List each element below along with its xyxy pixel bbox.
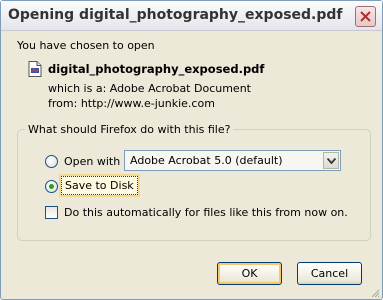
close-icon — [360, 11, 371, 22]
title-bar[interactable]: Opening digital_photography_exposed.pdf — [1, 1, 382, 31]
intro-text: You have chosen to open — [17, 39, 155, 52]
auto-action-label[interactable]: Do this automatically for files like thi… — [64, 206, 348, 219]
action-group-legend: What should Firefox do with this file? — [25, 123, 234, 136]
resize-grip-icon[interactable] — [370, 288, 380, 298]
file-type-value: Adobe Acrobat Document — [109, 82, 251, 95]
open-with-radio[interactable] — [45, 155, 58, 168]
pdf-file-icon — [28, 61, 42, 77]
dialog-title: Opening digital_photography_exposed.pdf — [8, 7, 343, 23]
file-source-value: http://www.e-junkie.com — [80, 97, 215, 110]
open-with-app-value: Adobe Acrobat 5.0 (default) — [130, 154, 283, 167]
open-with-app-select[interactable]: Adobe Acrobat 5.0 (default) — [124, 150, 341, 171]
ok-button[interactable]: OK — [217, 262, 282, 285]
close-button[interactable] — [355, 6, 376, 27]
download-dialog: Opening digital_photography_exposed.pdf … — [0, 0, 383, 300]
file-type-row: which is a: Adobe Acrobat Document — [48, 82, 251, 95]
file-type-label: which is a: — [48, 82, 107, 95]
cancel-button[interactable]: Cancel — [297, 262, 362, 285]
file-source-row: from: http://www.e-junkie.com — [48, 97, 215, 110]
save-to-disk-radio[interactable] — [45, 180, 58, 193]
file-name: digital_photography_exposed.pdf — [48, 62, 265, 76]
auto-action-checkbox[interactable] — [45, 206, 58, 219]
open-with-label[interactable]: Open with — [64, 155, 120, 168]
file-source-label: from: — [48, 97, 78, 110]
dropdown-button[interactable] — [323, 152, 339, 169]
chevron-down-icon — [327, 158, 336, 164]
save-to-disk-label[interactable]: Save to Disk — [61, 176, 138, 195]
